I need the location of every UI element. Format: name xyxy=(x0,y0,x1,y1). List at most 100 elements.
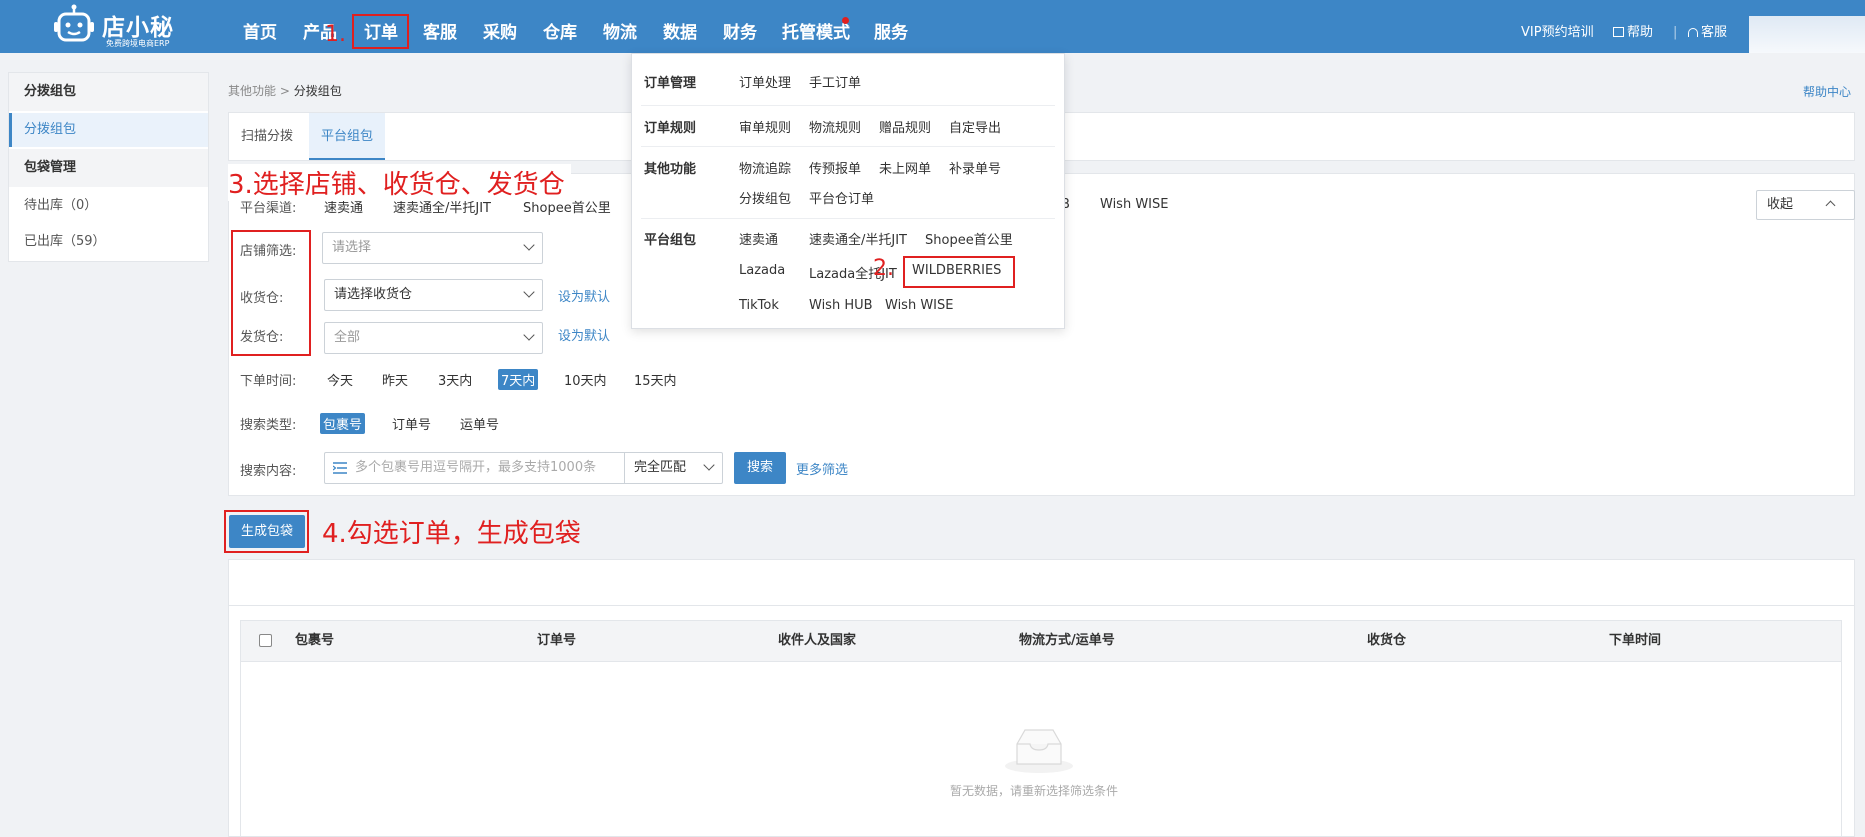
match-mode-value: 完全匹配 xyxy=(634,460,687,475)
dropdown-item[interactable]: Shopee首公里 xyxy=(925,229,1013,248)
breadcrumb: 其他功能 > 分拨组包 xyxy=(228,82,342,99)
shop-filter-label: 店铺筛选: xyxy=(240,244,297,259)
nav-item-customer-service[interactable]: 客服 xyxy=(423,0,457,53)
set-default-receive-link[interactable]: 设为默认 xyxy=(558,286,610,305)
dropdown-item[interactable]: Wish WISE xyxy=(885,298,953,313)
send-warehouse-label: 发货仓: xyxy=(240,330,284,345)
sidebar: 分拨组包 分拨组包 包袋管理 待出库（0） 已出库（59） xyxy=(8,72,209,262)
nav-item-services[interactable]: 服务 xyxy=(874,0,908,53)
step1-annotation: 1. xyxy=(325,22,346,47)
dropdown-item-wildberries[interactable]: WILDBERRIES xyxy=(912,263,1001,278)
nav-item-home[interactable]: 首页 xyxy=(243,0,277,53)
nav-item-logistics[interactable]: 物流 xyxy=(603,0,637,53)
nav-item-warehouse[interactable]: 仓库 xyxy=(543,0,577,53)
chevron-down-icon xyxy=(523,329,535,341)
collapse-label: 收起 xyxy=(1767,197,1794,212)
dropdown-item[interactable]: 平台仓订单 xyxy=(809,188,874,207)
breadcrumb-parent[interactable]: 其他功能 xyxy=(228,84,276,98)
column-header-order: 订单号 xyxy=(537,633,577,648)
dropdown-item[interactable]: 速卖通全/半托JIT xyxy=(809,229,907,248)
sidebar-group-distribution: 分拨组包 xyxy=(9,73,208,111)
dropdown-item[interactable]: 传预报单 xyxy=(809,158,861,177)
service-link[interactable]: 客服 xyxy=(1688,0,1727,53)
shop-select[interactable]: 请选择 xyxy=(322,232,543,264)
search-input[interactable]: 多个包裹号用逗号隔开，最多支持1000条 xyxy=(324,452,625,484)
dropdown-item[interactable]: Lazada xyxy=(739,263,785,278)
vip-training-link[interactable]: VIP预约培训 xyxy=(1521,0,1594,53)
help-link[interactable]: 帮助 xyxy=(1613,0,1653,53)
receive-warehouse-value: 请选择收货仓 xyxy=(334,287,413,302)
dropdown-item[interactable]: 速卖通 xyxy=(739,229,778,248)
time-option-yesterday[interactable]: 昨天 xyxy=(382,370,408,389)
dropdown-section-order-rules: 订单规则 xyxy=(644,121,697,136)
set-default-send-link[interactable]: 设为默认 xyxy=(558,325,610,344)
nav-item-purchase[interactable]: 采购 xyxy=(483,0,517,53)
search-type-order[interactable]: 订单号 xyxy=(392,414,431,433)
step4-annotation: 4.勾选订单，生成包袋 xyxy=(322,519,581,549)
logo[interactable]: 店小秘 免费跨境电商ERP xyxy=(52,4,192,48)
dropdown-item[interactable]: 分拨组包 xyxy=(739,188,791,207)
dropdown-item[interactable]: 物流追踪 xyxy=(739,158,791,177)
column-header-order-time: 下单时间 xyxy=(1609,633,1662,648)
sidebar-item-pending-outbound[interactable]: 待出库（0） xyxy=(9,189,208,223)
list-icon xyxy=(333,462,347,474)
time-option-7days[interactable]: 7天内 xyxy=(498,369,539,390)
generate-bag-button[interactable]: 生成包袋 xyxy=(229,515,305,548)
column-header-receive-warehouse: 收货仓 xyxy=(1367,633,1407,648)
nav-item-data[interactable]: 数据 xyxy=(663,0,697,53)
breadcrumb-current: 分拨组包 xyxy=(293,84,342,98)
search-button[interactable]: 搜索 xyxy=(734,452,786,484)
book-icon xyxy=(1613,27,1624,37)
tab-platform-pack[interactable]: 平台组包 xyxy=(309,113,386,160)
dropdown-item[interactable]: 自定导出 xyxy=(949,117,1001,136)
column-header-recipient: 收件人及国家 xyxy=(778,633,857,648)
sidebar-item-shipped-outbound[interactable]: 已出库（59） xyxy=(9,225,208,259)
user-account-area[interactable] xyxy=(1749,16,1865,53)
help-center-link[interactable]: 帮助中心 xyxy=(1803,83,1851,100)
receive-warehouse-select[interactable]: 请选择收货仓 xyxy=(324,279,543,311)
dropdown-item[interactable]: 未上网单 xyxy=(879,158,931,177)
dropdown-item[interactable]: 订单处理 xyxy=(739,72,791,91)
tab-scan-distribution[interactable]: 扫描分拨 xyxy=(229,113,305,160)
search-type-tracking[interactable]: 运单号 xyxy=(460,414,499,433)
top-nav-bar: 店小秘 免费跨境电商ERP 首页 产品 订单 客服 采购 仓库 物流 数据 财务… xyxy=(0,0,1865,53)
dropdown-item[interactable]: 手工订单 xyxy=(809,72,861,91)
chevron-down-icon xyxy=(523,239,535,251)
chevron-up-icon xyxy=(1825,200,1836,211)
brand-name: 店小秘 xyxy=(102,15,174,41)
nav-item-managed-mode[interactable]: 托管模式 xyxy=(782,0,850,53)
time-option-10days[interactable]: 10天内 xyxy=(564,370,607,389)
dropdown-item[interactable]: Wish HUB xyxy=(809,298,873,313)
breadcrumb-separator: > xyxy=(279,84,290,98)
order-time-label: 下单时间: xyxy=(240,374,297,389)
table-header: 包裹号 订单号 收件人及国家 物流方式/运单号 收货仓 下单时间 xyxy=(240,620,1842,662)
sidebar-item-distribution-pack[interactable]: 分拨组包 xyxy=(9,113,208,147)
divider xyxy=(641,105,1055,106)
time-option-15days[interactable]: 15天内 xyxy=(634,370,677,389)
search-type-package[interactable]: 包裹号 xyxy=(320,413,366,434)
more-filters-link[interactable]: 更多筛选 xyxy=(796,459,848,478)
dropdown-item[interactable]: 赠品规则 xyxy=(879,117,931,136)
dropdown-item[interactable]: 审单规则 xyxy=(739,117,791,136)
match-mode-select[interactable]: 完全匹配 xyxy=(624,452,723,484)
notification-dot xyxy=(842,17,849,24)
channel-option[interactable]: Wish WISE xyxy=(1100,197,1168,212)
dropdown-item[interactable]: 补录单号 xyxy=(949,158,1001,177)
column-header-logistics: 物流方式/运单号 xyxy=(1019,633,1115,648)
select-all-checkbox[interactable] xyxy=(259,634,272,647)
time-option-today[interactable]: 今天 xyxy=(327,370,353,389)
time-option-3days[interactable]: 3天内 xyxy=(438,370,472,389)
collapse-button[interactable]: 收起 xyxy=(1756,190,1855,220)
service-label: 客服 xyxy=(1701,25,1728,40)
search-type-label: 搜索类型: xyxy=(240,418,297,433)
step2-annotation: 2. xyxy=(873,256,894,281)
toolbar-panel xyxy=(228,559,1855,606)
send-warehouse-select[interactable]: 全部 xyxy=(324,322,543,354)
dropdown-item[interactable]: 物流规则 xyxy=(809,117,861,136)
empty-state-text: 暂无数据，请重新选择筛选条件 xyxy=(950,784,1119,798)
column-header-package: 包裹号 xyxy=(295,633,335,648)
sidebar-group-bag-management: 包袋管理 xyxy=(9,149,208,187)
nav-item-finance[interactable]: 财务 xyxy=(723,0,757,53)
dropdown-item[interactable]: TikTok xyxy=(739,298,779,313)
help-label: 帮助 xyxy=(1627,25,1654,40)
